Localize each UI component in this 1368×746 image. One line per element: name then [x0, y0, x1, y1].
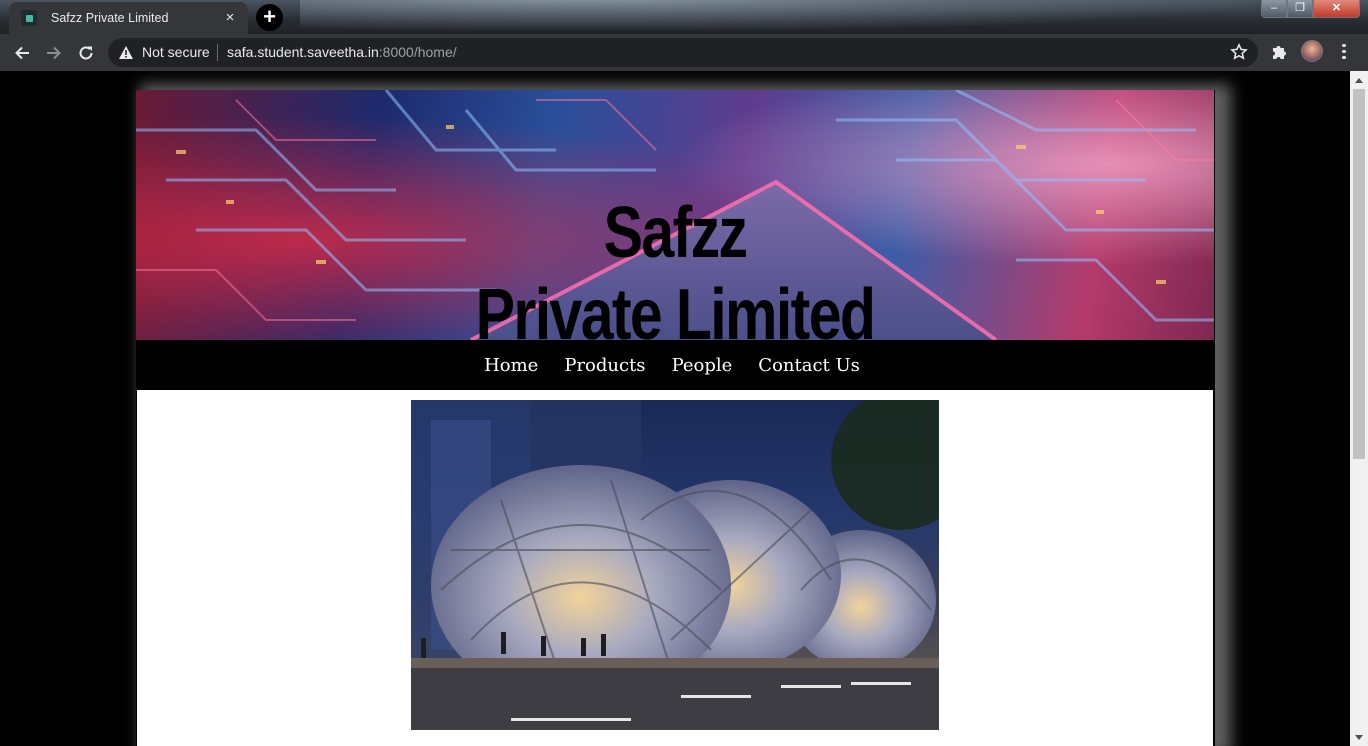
reload-icon [79, 46, 93, 60]
minimize-button[interactable]: – [1261, 0, 1287, 18]
brand-line-1: Safzz [603, 193, 748, 273]
header-banner: Safzz Private Limited [136, 90, 1214, 340]
main-nav: Home Products People Contact Us [136, 340, 1214, 390]
tab-close-icon[interactable]: × [221, 9, 239, 27]
site-container: Safzz Private Limited Home Products Peop… [136, 90, 1215, 746]
close-window-button[interactable]: ✕ [1313, 0, 1360, 18]
site-brand: Safzz Private Limited [233, 192, 1117, 340]
nav-home[interactable]: Home [484, 355, 538, 376]
back-arrow-icon [15, 46, 29, 60]
scroll-up-arrow-icon[interactable] [1350, 71, 1368, 88]
scrollbar-thumb[interactable] [1353, 89, 1365, 459]
profile-avatar[interactable] [1301, 40, 1323, 62]
url-path: :8000/home/ [378, 44, 457, 60]
nav-contact-us[interactable]: Contact Us [758, 355, 860, 376]
spheres-illustration [411, 400, 939, 730]
star-icon[interactable] [1230, 43, 1248, 61]
tab-strip: Safzz Private Limited × + – ❐ ✕ [0, 0, 1368, 34]
nav-people[interactable]: People [672, 355, 733, 376]
nav-products[interactable]: Products [564, 355, 645, 376]
vertical-scrollbar[interactable] [1350, 71, 1368, 746]
warning-icon [119, 46, 133, 59]
main-content [137, 390, 1213, 746]
tab-title: Safzz Private Limited [51, 11, 169, 25]
forward-button[interactable] [41, 40, 67, 66]
forward-arrow-icon [47, 46, 61, 60]
brand-line-2: Private Limited [475, 275, 876, 340]
url-text[interactable]: safa.student.saveetha.in:8000/home/ [227, 44, 457, 60]
window-background [300, 0, 1250, 30]
puzzle-icon[interactable] [1270, 43, 1288, 61]
maximize-button[interactable]: ❐ [1287, 0, 1313, 18]
omnibox-divider [217, 44, 218, 61]
window-controls: – ❐ ✕ [1261, 0, 1360, 18]
spheres-building-photo [411, 400, 939, 730]
address-bar[interactable]: Not secure safa.student.saveetha.in:8000… [108, 38, 1258, 67]
back-button[interactable] [9, 40, 35, 66]
kebab-menu-icon[interactable] [1337, 41, 1351, 61]
reload-button[interactable] [73, 40, 99, 66]
page-viewport: Safzz Private Limited Home Products Peop… [0, 71, 1350, 746]
browser-toolbar: Not secure safa.student.saveetha.in:8000… [0, 34, 1368, 71]
new-tab-button[interactable]: + [256, 4, 283, 31]
security-status[interactable]: Not secure [142, 44, 210, 60]
scroll-down-arrow-icon[interactable] [1350, 729, 1368, 746]
site-favicon-icon [21, 10, 37, 26]
browser-tab[interactable]: Safzz Private Limited × [9, 2, 248, 34]
url-host: safa.student.saveetha.in [227, 44, 379, 60]
